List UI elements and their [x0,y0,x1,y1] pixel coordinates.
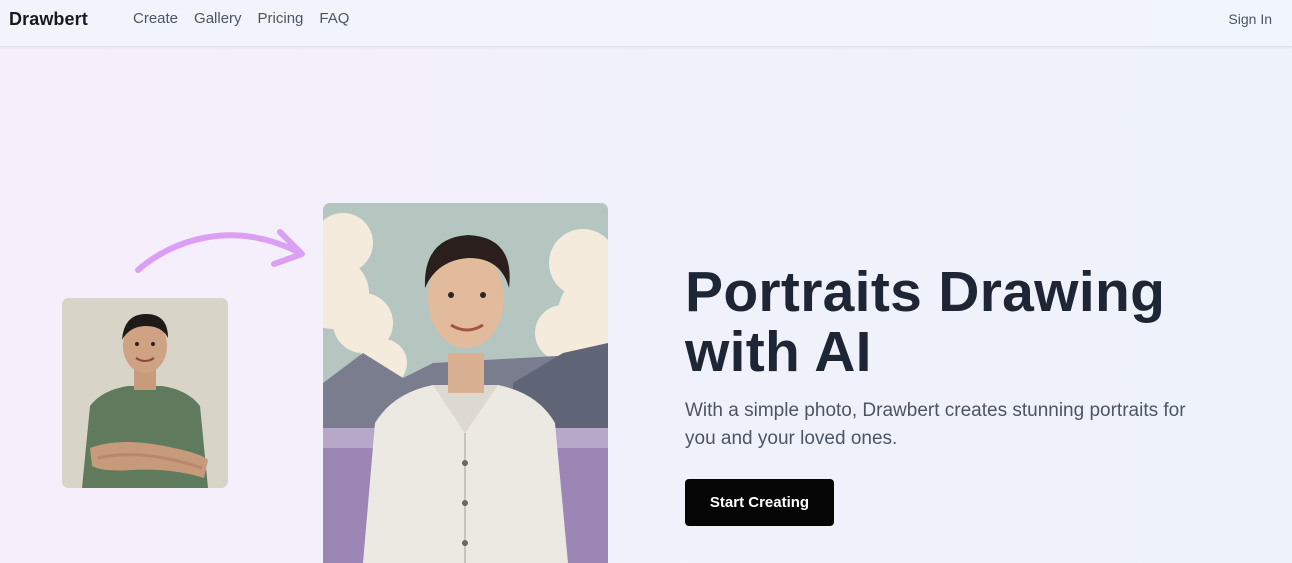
brand-logo[interactable]: Drawbert [9,9,88,30]
nav-link-faq[interactable]: FAQ [319,10,349,27]
nav-link-gallery[interactable]: Gallery [194,10,242,27]
nav-link-create[interactable]: Create [133,10,178,27]
curved-arrow-icon [135,229,305,273]
title-line-2: with AI [685,320,872,384]
nav-links: Create Gallery Pricing FAQ [133,10,349,27]
nav-link-pricing[interactable]: Pricing [258,10,304,27]
hero-subtitle: With a simple photo, Drawbert creates st… [685,400,1186,449]
page-title: Portraits Drawing with AI [685,262,1245,382]
hero-section: Portraits Drawing with AI With a simple … [685,262,1245,453]
ai-portrait-image [323,203,608,563]
title-line-1: Portraits Drawing [685,260,1166,324]
top-nav: Drawbert Create Gallery Pricing FAQ Sign… [0,0,1292,47]
start-creating-button[interactable]: Start Creating [685,479,834,526]
sign-in-link[interactable]: Sign In [1228,11,1272,27]
original-photo [62,298,228,488]
